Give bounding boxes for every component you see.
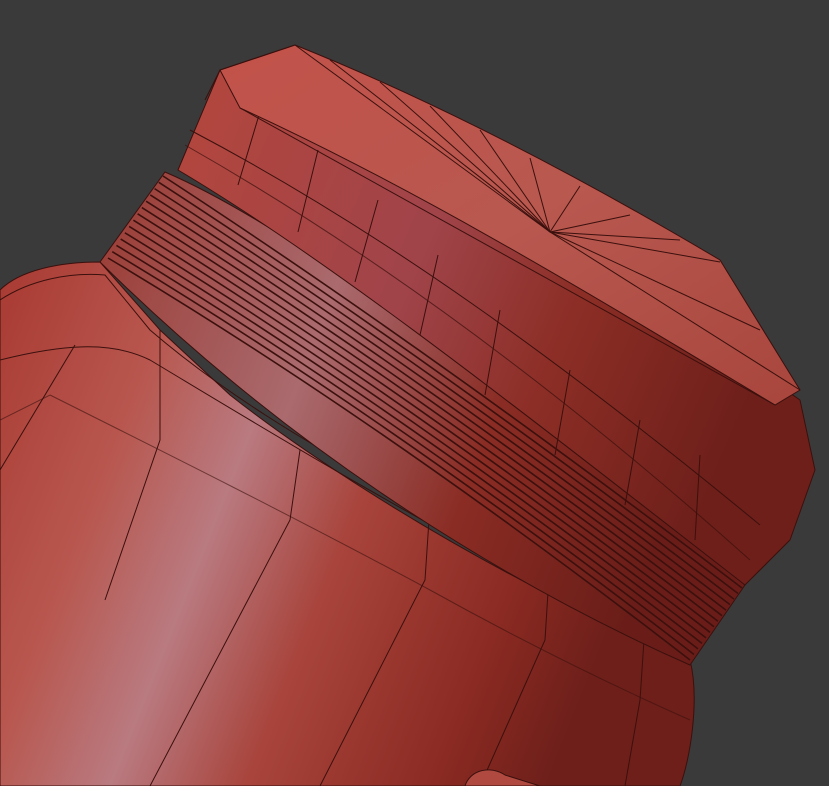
- viewport-3d[interactable]: [0, 0, 829, 786]
